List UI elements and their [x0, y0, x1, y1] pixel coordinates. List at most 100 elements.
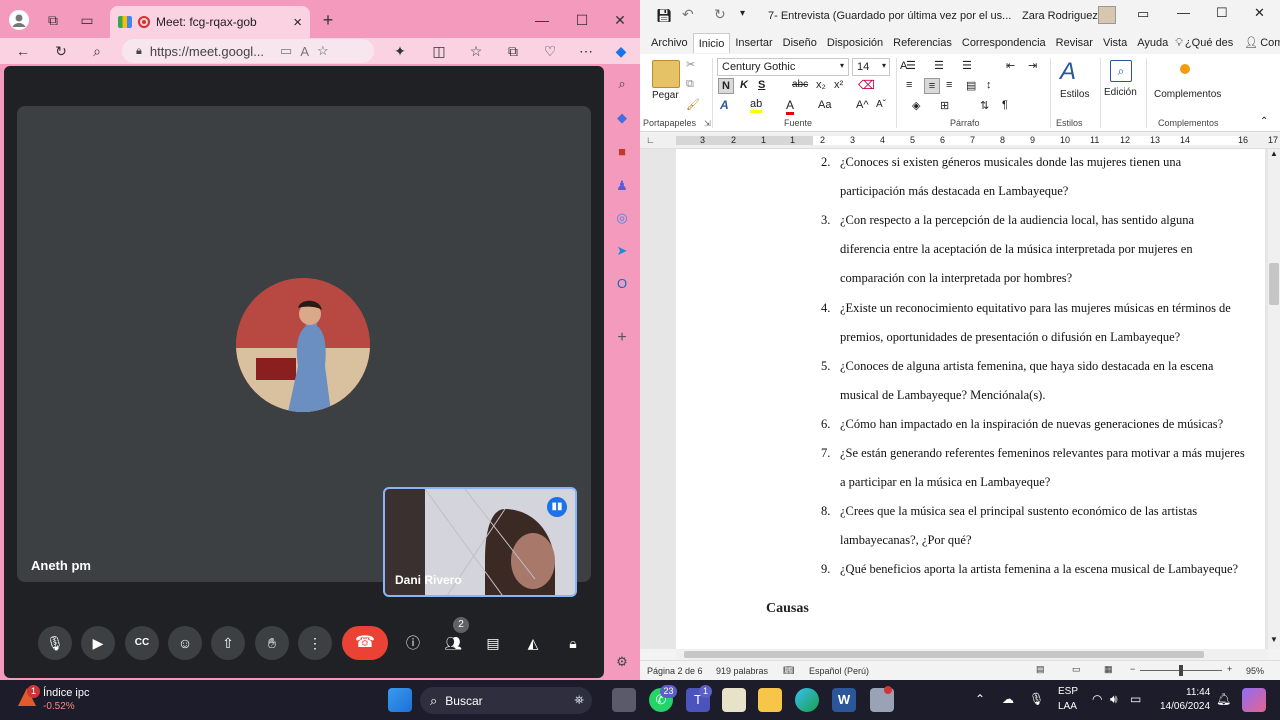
search-box[interactable]: ⌕ Buscar ⛯ [420, 687, 592, 714]
share-button[interactable]: Compartir [1260, 33, 1280, 53]
microsoft-365-icon[interactable]: ◎ [612, 208, 632, 228]
zoom-out-icon[interactable]: − [1130, 664, 1135, 674]
editing-search-icon[interactable]: ⌕ [1110, 60, 1132, 82]
word-close-icon[interactable]: ✕ [1254, 5, 1265, 21]
close-window-icon[interactable]: ✕ [610, 10, 630, 30]
minimize-icon[interactable]: — [532, 10, 552, 30]
favorites-icon[interactable]: ☆ [466, 41, 486, 61]
borders-icon[interactable]: ⊞ [940, 99, 949, 112]
font-color-icon[interactable]: A [786, 98, 795, 115]
more-options-button[interactable]: ⋮ [298, 626, 332, 660]
grow-font-size-icon[interactable]: A^ [856, 99, 869, 111]
paste-button[interactable]: Pegar [652, 90, 679, 101]
page-count[interactable]: Página 2 de 6 [647, 666, 703, 676]
bold-icon[interactable]: N [718, 78, 734, 94]
scroll-thumb[interactable] [1269, 263, 1279, 305]
split-screen-icon[interactable]: ◫ [429, 41, 449, 61]
leave-call-button[interactable]: ☎︎ [342, 626, 388, 660]
strikethrough-icon[interactable]: abc [792, 79, 808, 90]
shrink-font-size-icon[interactable]: Aˇ [876, 99, 886, 110]
user-avatar[interactable] [1098, 6, 1116, 24]
clock-time[interactable]: 11:44 [1186, 687, 1210, 698]
shopping-tag-icon[interactable]: ◆ [612, 108, 632, 128]
file-explorer-icon[interactable] [758, 688, 782, 712]
h-scroll-thumb[interactable] [684, 651, 1204, 658]
sidebar-search-icon[interactable]: ⌕ [612, 74, 632, 94]
print-layout-icon[interactable]: ▭ [1072, 664, 1081, 675]
tab-ayuda[interactable]: Ayuda [1132, 33, 1173, 53]
align-right-icon[interactable]: ≡ [946, 79, 952, 91]
editing-button[interactable]: Edición [1104, 87, 1137, 98]
tab-archivo[interactable]: Archivo [646, 33, 693, 53]
outlook-icon[interactable]: O [612, 274, 632, 294]
performance-icon[interactable]: ♡ [540, 41, 560, 61]
notifications-icon[interactable]: 🔔︎ [1216, 692, 1231, 706]
host-controls-button[interactable]: 🔒︎ [556, 626, 590, 660]
ribbon-display-icon[interactable]: ▭ [1137, 6, 1149, 22]
maximize-icon[interactable]: ☐ [572, 10, 592, 30]
read-mode-icon[interactable]: ▤ [1036, 664, 1045, 675]
text-effects-icon[interactable]: A [720, 98, 729, 112]
addins-icon[interactable] [1180, 64, 1190, 74]
line-spacing-icon[interactable]: ↕ [986, 79, 992, 91]
activities-button[interactable]: ◭ [516, 626, 550, 660]
microphone-button[interactable]: 🎙︎ [38, 626, 72, 660]
word-maximize-icon[interactable]: ☐ [1216, 5, 1228, 21]
read-aloud-icon[interactable]: A [300, 44, 309, 59]
tab-diseno[interactable]: Diseño [778, 33, 822, 53]
battery-icon[interactable]: ▭ [1130, 692, 1141, 706]
show-hidden-icons[interactable]: ⌃ [975, 692, 985, 706]
language[interactable]: Español (Perú) [809, 666, 869, 676]
tab-revisar[interactable]: Revisar [1051, 33, 1098, 53]
participant-tile-self[interactable]: ▮▮ Dani Rivero [383, 487, 577, 597]
highlight-icon[interactable]: ab [750, 98, 763, 113]
format-painter-icon[interactable]: 🖌︎ [686, 98, 700, 111]
present-button[interactable]: ⇧ [211, 626, 245, 660]
align-left-icon[interactable]: ≡ [906, 79, 912, 91]
sort-icon[interactable]: ⇅ [980, 99, 989, 112]
workspaces-icon[interactable]: ⧉ [43, 10, 63, 30]
tab-disposicion[interactable]: Disposición [822, 33, 888, 53]
microphone-tray-icon[interactable]: 🎙︎ [1029, 692, 1044, 706]
tab-actions-icon[interactable]: ▭ [77, 10, 97, 30]
show-marks-icon[interactable]: ¶ [1002, 99, 1008, 111]
refresh-icon[interactable]: ↻ [51, 41, 71, 61]
numbering-icon[interactable]: ☰ [934, 59, 944, 72]
document-page[interactable]: 2. ¿Conoces si existen géneros musicales … [676, 149, 1265, 649]
font-size-select[interactable]: 14 ▾ [852, 58, 890, 76]
tab-vista[interactable]: Vista [1098, 33, 1132, 53]
seal-app-icon[interactable] [722, 688, 746, 712]
word-count[interactable]: 919 palabras [716, 666, 768, 676]
clear-format-icon[interactable]: ⌫ [858, 78, 875, 92]
redo-icon[interactable]: ↻ [714, 6, 726, 23]
tab-correspondencia[interactable]: Correspondencia [957, 33, 1051, 53]
shading-icon[interactable]: ◈ [912, 99, 920, 112]
scroll-down-icon[interactable]: ▼ [1270, 635, 1278, 644]
new-tab-button[interactable]: + [318, 10, 338, 30]
bullets-icon[interactable]: ☰ [906, 59, 916, 72]
superscript-icon[interactable]: x² [834, 79, 843, 91]
zoom-thumb[interactable] [1179, 665, 1183, 676]
horizontal-scrollbar[interactable] [676, 649, 1268, 660]
addins-button[interactable]: Complementos [1154, 89, 1221, 100]
italic-icon[interactable]: K [740, 79, 748, 91]
sidebar-settings-icon[interactable]: ⚙ [612, 652, 632, 672]
tab-referencias[interactable]: Referencias [888, 33, 957, 53]
language-line2[interactable]: LAA [1058, 701, 1077, 712]
tab-selector-icon[interactable]: ∟ [646, 135, 655, 145]
decrease-indent-icon[interactable]: ⇤ [1006, 59, 1015, 72]
close-tab-icon[interactable]: × [293, 14, 302, 31]
cloud-offline-icon[interactable]: ☁ [1002, 692, 1014, 706]
camera-button[interactable]: ▶ [81, 626, 115, 660]
vertical-scrollbar[interactable]: ▲ ▼ [1268, 149, 1280, 649]
underline-icon[interactable]: S [758, 79, 765, 91]
wifi-icon[interactable]: ◠ [1092, 692, 1102, 706]
zoom-level[interactable]: 95% [1246, 666, 1264, 676]
styles-icon[interactable]: A [1060, 58, 1076, 86]
volume-icon[interactable]: 🔊︎ [1110, 692, 1118, 707]
undo-icon[interactable]: ↶ [682, 6, 694, 23]
captions-button[interactable]: CC [125, 626, 159, 660]
word-taskbar-icon[interactable]: W [832, 688, 856, 712]
widget-title[interactable]: Índice ipc [43, 687, 89, 699]
tell-me-field[interactable]: ¿Qué des [1185, 33, 1238, 53]
